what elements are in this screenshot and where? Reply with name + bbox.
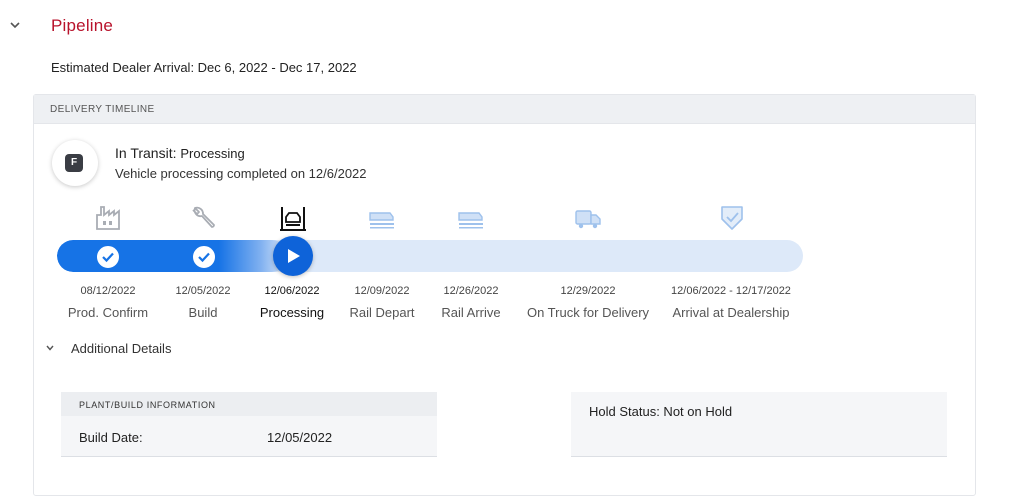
stage-label-arrival: Arrival at Dealership [672, 305, 790, 320]
rail-car-icon [368, 204, 396, 232]
shield-check-icon [718, 204, 746, 232]
build-date-label: Build Date: [79, 430, 143, 445]
estimated-arrival: Estimated Dealer Arrival: Dec 6, 2022 - … [51, 60, 357, 75]
section-title: Pipeline [51, 16, 114, 35]
brand-logo-icon: F [65, 154, 83, 172]
rail-car-icon [457, 204, 485, 232]
status-line: In Transit: Processing [115, 145, 245, 161]
truck-icon [574, 204, 602, 232]
status-detail: Vehicle processing completed on 12/6/202… [115, 166, 367, 181]
stage-complete-check-icon[interactable] [96, 245, 120, 269]
stage-complete-check-icon[interactable] [192, 245, 216, 269]
factory-icon [94, 204, 122, 232]
status-value: Processing [180, 146, 245, 161]
additional-details-toggle[interactable]: Additional Details [71, 341, 171, 356]
plant-build-panel: PLANT/BUILD INFORMATION Build Date: 12/0… [61, 392, 437, 457]
stage-label-on-truck: On Truck for Delivery [526, 305, 650, 320]
collapse-chevron-icon[interactable] [10, 18, 20, 32]
card-header-title: DELIVERY TIMELINE [50, 104, 155, 115]
hold-status-panel: Hold Status: Not on Hold [571, 392, 947, 457]
card-header: DELIVERY TIMELINE [34, 95, 975, 124]
hold-status-text: Hold Status: Not on Hold [589, 404, 733, 419]
current-stage-play-icon[interactable] [273, 236, 313, 276]
timeline-progress-fill [57, 240, 289, 272]
status-label: In Transit: [115, 145, 177, 161]
stage-date-on-truck: 12/29/2022 [560, 285, 616, 297]
plant-build-header: PLANT/BUILD INFORMATION [61, 392, 437, 416]
timeline-progress-track [57, 240, 803, 272]
additional-details-chevron-icon[interactable] [46, 342, 54, 354]
stage-date-arrival: 12/06/2022 - 12/17/2022 [671, 285, 791, 297]
plant-build-header-label: PLANT/BUILD INFORMATION [79, 400, 216, 410]
wrench-icon [189, 204, 217, 232]
build-date-value: 12/05/2022 [267, 430, 333, 445]
vehicle-lift-icon [279, 204, 307, 232]
